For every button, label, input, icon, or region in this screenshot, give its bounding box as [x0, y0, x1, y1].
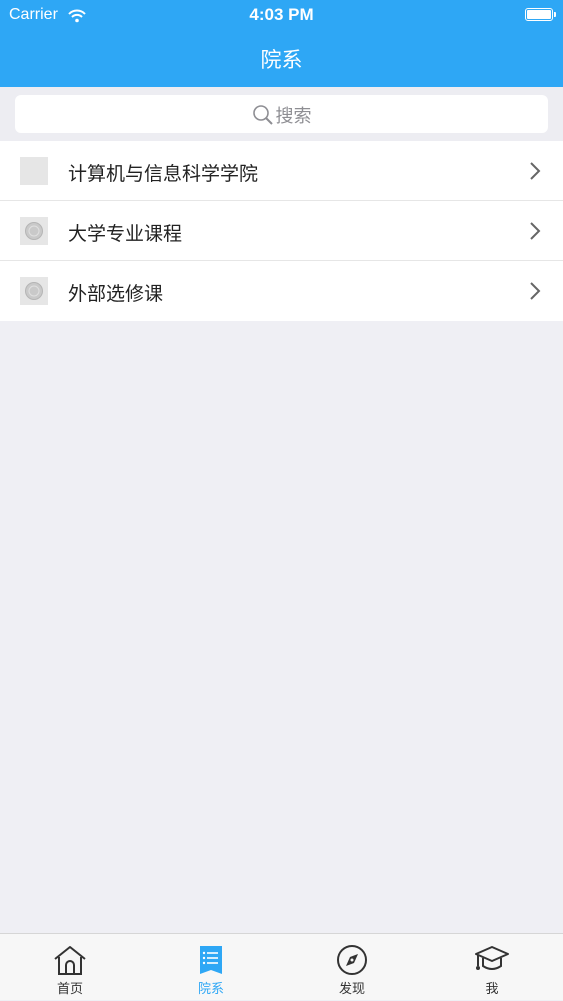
graduation-cap-icon — [475, 946, 509, 970]
status-bar: Carrier 4:03 PM — [0, 0, 563, 30]
department-list: 计算机与信息科学学院 大学专业课程 外部选修课 — [0, 141, 563, 321]
list-item-university-courses[interactable]: 大学专业课程 — [0, 201, 563, 261]
placeholder-image-icon — [20, 277, 48, 305]
chevron-right-icon — [529, 161, 541, 185]
tab-home-label: 首页 — [56, 982, 83, 997]
chevron-right-icon — [529, 281, 541, 305]
list-item-label: 计算机与信息科学学院 — [68, 163, 259, 185]
page-title: 院系 — [260, 48, 303, 72]
clock: 4:03 PM — [249, 5, 314, 24]
placeholder-image-icon — [20, 217, 48, 245]
compass-icon — [337, 945, 367, 975]
search-icon — [252, 104, 274, 131]
tab-departments[interactable]: 院系 — [141, 934, 281, 1001]
list-item-external-electives[interactable]: 外部选修课 — [0, 261, 563, 321]
search-placeholder: 搜索 — [275, 106, 312, 127]
search-bar: 搜索 — [0, 87, 563, 141]
list-icon — [200, 946, 222, 974]
tab-bar: 首页 院系 发现 我 — [0, 933, 563, 1000]
battery-icon — [525, 8, 556, 21]
list-item-label: 大学专业课程 — [68, 223, 183, 245]
department-thumbnail — [20, 157, 48, 185]
home-icon — [54, 946, 86, 975]
tab-discover[interactable]: 发现 — [282, 934, 422, 1001]
navigation-bar: 院系 — [0, 30, 563, 87]
list-item-label: 外部选修课 — [68, 283, 164, 305]
tab-departments-label: 院系 — [197, 982, 224, 997]
chevron-right-icon — [529, 221, 541, 245]
list-item-computer-info-science[interactable]: 计算机与信息科学学院 — [0, 141, 563, 201]
tab-home[interactable]: 首页 — [0, 934, 140, 1001]
tab-me[interactable]: 我 — [422, 934, 562, 1001]
search-input[interactable]: 搜索 — [15, 95, 548, 133]
tab-discover-label: 发现 — [338, 982, 365, 997]
tab-me-label: 我 — [485, 982, 499, 997]
